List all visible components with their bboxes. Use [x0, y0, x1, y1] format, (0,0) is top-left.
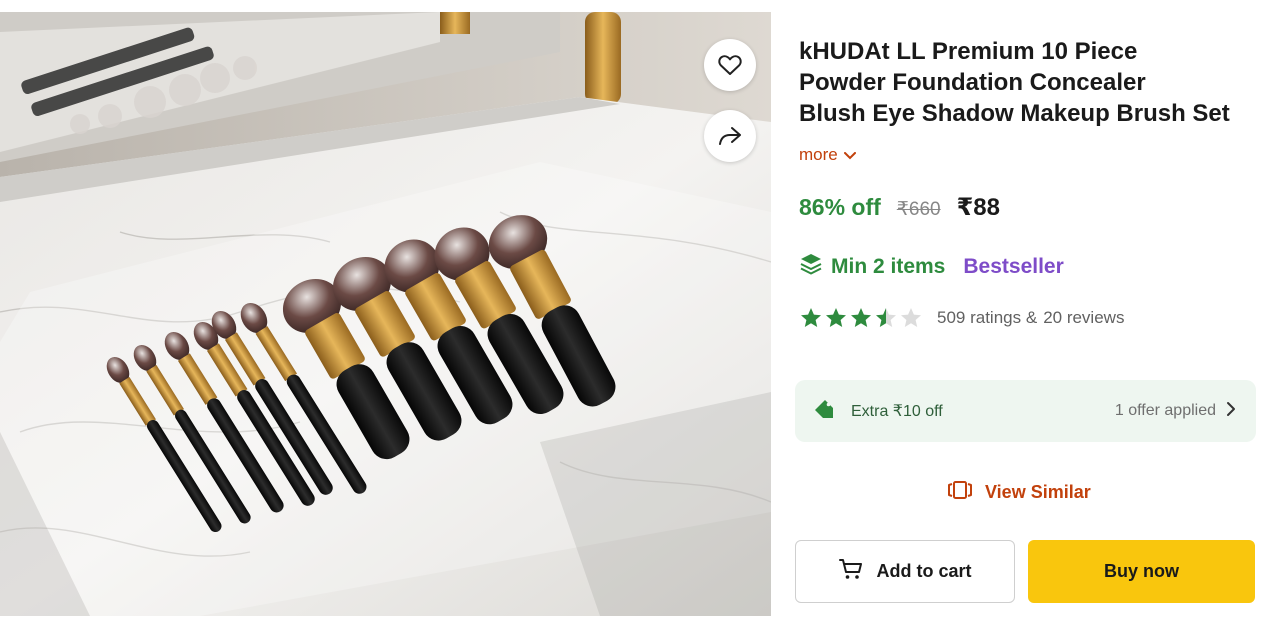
product-image[interactable]	[0, 12, 771, 616]
ratings-count: 509 ratings &	[937, 308, 1038, 327]
share-icon	[718, 125, 742, 147]
product-photo	[0, 12, 771, 616]
product-title-line: Blush Eye Shadow Makeup Brush Set	[799, 100, 1230, 127]
min-items-tag: Min 2 items	[831, 254, 946, 278]
buy-now-button[interactable]: Buy now	[1028, 540, 1255, 603]
cart-icon	[838, 557, 864, 586]
offer-text: Extra ₹10 off	[851, 403, 943, 420]
star-icon	[801, 308, 821, 327]
rating-row[interactable]: 509 ratings & 20 reviews	[799, 306, 1124, 330]
price-row: 86% off ₹660 ₹88	[799, 193, 1000, 222]
heart-icon	[718, 54, 742, 76]
similar-icon	[947, 480, 973, 505]
add-to-cart-button[interactable]: Add to cart	[795, 540, 1015, 603]
reviews-count: 20 reviews	[1043, 308, 1125, 327]
discount-percent: 86% off	[799, 194, 881, 220]
offer-banner[interactable]: Extra ₹10 off 1 offer applied	[795, 380, 1256, 442]
product-details: kHUDAt LL Premium 10 Piece Powder Founda…	[795, 0, 1259, 636]
product-title-line: kHUDAt LL Premium 10 Piece	[799, 38, 1138, 65]
product-title-line: Powder Foundation Concealer	[799, 69, 1146, 96]
selling-price: ₹88	[956, 194, 1000, 221]
view-similar-label: View Similar	[985, 482, 1091, 502]
tags-row: Min 2 items Bestseller	[799, 252, 1064, 281]
product-title: kHUDAt LL Premium 10 Piece Powder Founda…	[799, 36, 1239, 129]
add-to-cart-label: Add to cart	[876, 561, 972, 581]
stack-icon	[799, 252, 823, 281]
view-similar-button[interactable]: View Similar	[947, 480, 1091, 505]
empty-star-icon	[901, 308, 921, 327]
share-button[interactable]	[704, 110, 756, 162]
star-icon	[851, 308, 871, 327]
offers-applied-count: 1 offer applied	[1114, 402, 1216, 419]
star-rating	[799, 306, 923, 330]
bestseller-tag: Bestseller	[963, 254, 1064, 278]
tag-icon	[813, 398, 835, 425]
more-link[interactable]: more	[799, 145, 856, 165]
chevron-down-icon	[843, 145, 856, 165]
more-label: more	[799, 145, 838, 164]
original-price: ₹660	[896, 199, 941, 220]
wishlist-button[interactable]	[704, 39, 756, 91]
half-star-icon	[876, 308, 896, 327]
chevron-right-icon	[1226, 401, 1236, 422]
buy-now-label: Buy now	[1104, 561, 1179, 581]
star-icon	[826, 308, 846, 327]
